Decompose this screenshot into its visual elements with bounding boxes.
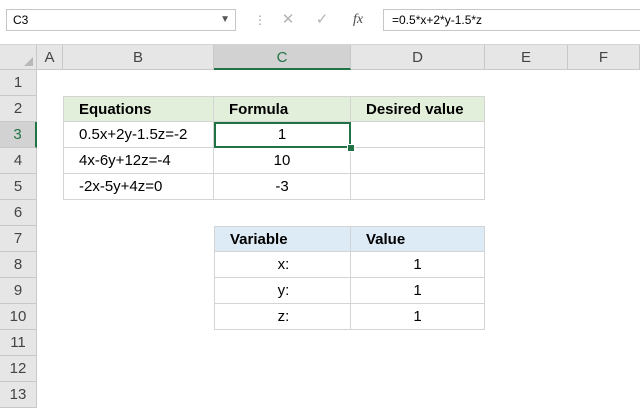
row-header-3[interactable]: 3	[0, 122, 37, 148]
fill-handle[interactable]	[347, 144, 355, 152]
row-header-1[interactable]: 1	[0, 70, 37, 96]
cell-d8-value[interactable]: 1	[351, 252, 485, 278]
cell-c7-variable-header[interactable]: Variable	[214, 226, 351, 252]
cancel-icon[interactable]: ✕	[276, 9, 300, 31]
cell-c2-formula-header[interactable]: Formula	[214, 96, 351, 122]
select-all-triangle-icon	[24, 57, 33, 66]
formula-buttons: ✕ ✓ fx	[270, 9, 378, 31]
cell-c9-variable[interactable]: y:	[214, 278, 351, 304]
cell-b2-equations-header[interactable]: Equations	[63, 96, 214, 122]
column-header-b[interactable]: B	[63, 45, 214, 70]
select-all-button[interactable]	[0, 45, 37, 70]
row-header-9[interactable]: 9	[0, 278, 37, 304]
cell-c10-variable[interactable]: z:	[214, 304, 351, 330]
formula-input[interactable]: =0.5*x+2*y-1.5*z	[383, 9, 640, 31]
chevron-down-icon[interactable]: ▼	[220, 10, 230, 30]
cell-c8-variable[interactable]: x:	[214, 252, 351, 278]
cell-d9-value[interactable]: 1	[351, 278, 485, 304]
row-header-12[interactable]: 12	[0, 356, 37, 382]
more-options-icon[interactable]: ⋮	[254, 10, 266, 30]
row-header-7[interactable]: 7	[0, 226, 37, 252]
spreadsheet-window: C3 ▼ ⋮ ✕ ✓ fx =0.5*x+2*y-1.5*z A B C D E…	[0, 0, 640, 408]
cell-b3-equation[interactable]: 0.5x+2y-1.5z=-2	[63, 122, 214, 148]
cell-d4-desired[interactable]	[351, 148, 485, 174]
cell-d10-value[interactable]: 1	[351, 304, 485, 330]
enter-icon[interactable]: ✓	[310, 9, 334, 31]
cell-d7-value-header[interactable]: Value	[351, 226, 485, 252]
cell-d2-desired-value-header[interactable]: Desired value	[351, 96, 485, 122]
row-header-11[interactable]: 11	[0, 330, 37, 356]
column-header-d[interactable]: D	[351, 45, 485, 70]
formula-bar: C3 ▼ ⋮ ✕ ✓ fx =0.5*x+2*y-1.5*z	[0, 0, 640, 44]
cell-c5-formula[interactable]: -3	[214, 174, 351, 200]
column-header-f[interactable]: F	[568, 45, 640, 70]
row-header-10[interactable]: 10	[0, 304, 37, 330]
row-header-6[interactable]: 6	[0, 200, 37, 226]
row-header-8[interactable]: 8	[0, 252, 37, 278]
name-box-value: C3	[13, 13, 29, 27]
row-header-5[interactable]: 5	[0, 174, 37, 200]
column-header-a[interactable]: A	[37, 45, 63, 70]
column-header-c[interactable]: C	[214, 45, 351, 70]
cell-d5-desired[interactable]	[351, 174, 485, 200]
cell-c3-formula-active[interactable]: 1	[214, 122, 351, 148]
cell-b4-equation[interactable]: 4x-6y+12z=-4	[63, 148, 214, 174]
worksheet-grid: A B C D E F 1 2 3 4 5 6 7 8 9 10 11 12 1…	[0, 45, 640, 408]
column-header-e[interactable]: E	[485, 45, 568, 70]
name-box[interactable]: C3 ▼	[6, 9, 236, 31]
cell-c4-formula[interactable]: 10	[214, 148, 351, 174]
cell-b5-equation[interactable]: -2x-5y+4z=0	[63, 174, 214, 200]
insert-function-icon[interactable]: fx	[346, 9, 370, 31]
row-header-4[interactable]: 4	[0, 148, 37, 174]
row-header-2[interactable]: 2	[0, 96, 37, 122]
row-header-13[interactable]: 13	[0, 382, 37, 408]
cell-d3-desired[interactable]	[351, 122, 485, 148]
